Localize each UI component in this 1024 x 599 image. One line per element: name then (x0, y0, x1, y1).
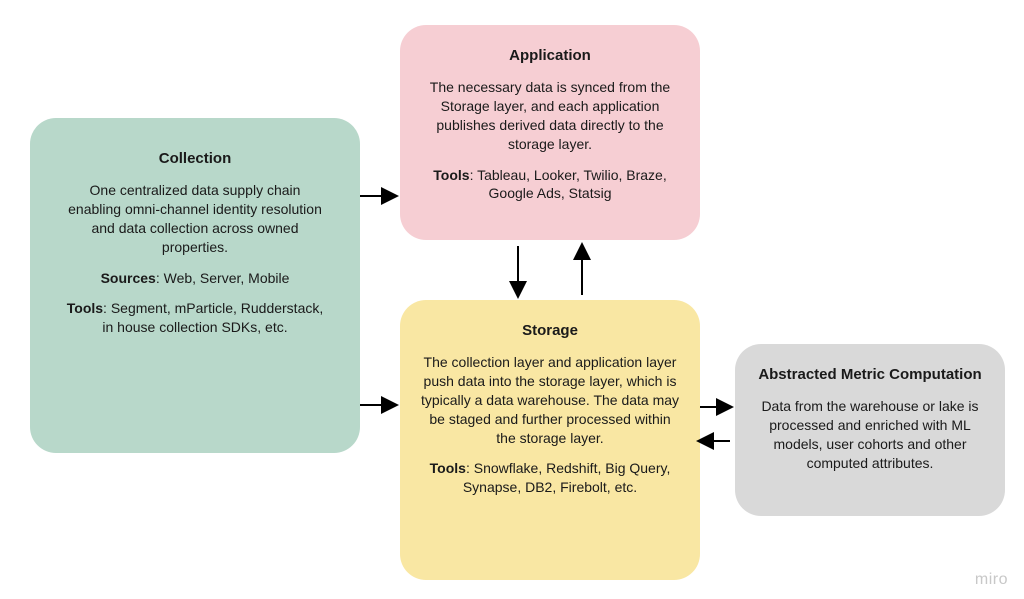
application-title: Application (420, 47, 680, 64)
collection-title: Collection (64, 150, 326, 167)
miro-logo: miro (975, 571, 1008, 589)
storage-box: Storage The collection layer and applica… (400, 300, 700, 580)
abstracted-box: Abstracted Metric Computation Data from … (735, 344, 1005, 516)
storage-title: Storage (420, 322, 680, 339)
storage-tools: Tools: Snowflake, Redshift, Big Query, S… (420, 459, 680, 497)
collection-desc: One centralized data supply chain enabli… (64, 181, 326, 257)
application-box: Application The necessary data is synced… (400, 25, 700, 240)
collection-box: Collection One centralized data supply c… (30, 118, 360, 453)
collection-sources: Sources: Web, Server, Mobile (64, 269, 326, 288)
abstracted-desc: Data from the warehouse or lake is proce… (755, 397, 985, 473)
abstracted-title: Abstracted Metric Computation (755, 366, 985, 383)
application-desc: The necessary data is synced from the St… (420, 78, 680, 154)
collection-tools: Tools: Segment, mParticle, Rudderstack, … (64, 299, 326, 337)
application-tools: Tools: Tableau, Looker, Twilio, Braze, G… (420, 166, 680, 204)
storage-desc: The collection layer and application lay… (420, 353, 680, 447)
